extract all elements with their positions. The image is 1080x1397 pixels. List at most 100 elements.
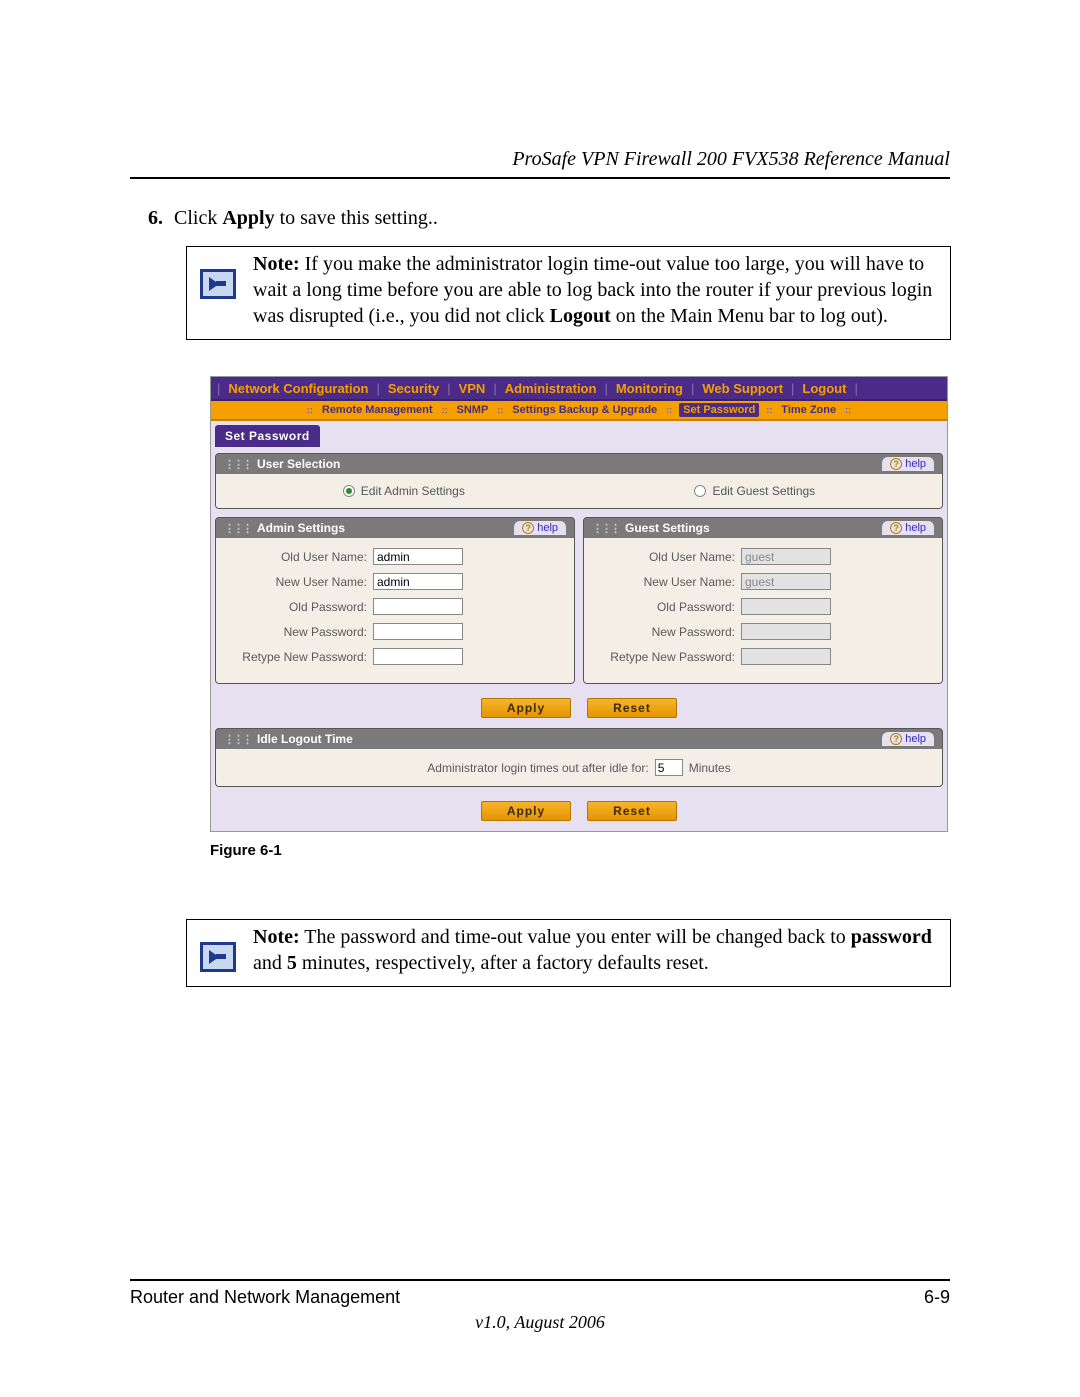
input-guest-old-user: [741, 548, 831, 565]
reset-button-2[interactable]: Reset: [587, 801, 677, 821]
reset-button[interactable]: Reset: [587, 698, 677, 718]
nav-network-configuration[interactable]: Network Configuration: [226, 381, 370, 396]
footer-page-number: 6-9: [924, 1287, 950, 1308]
step-number: 6.: [148, 207, 163, 229]
apply-button-2[interactable]: Apply: [481, 801, 571, 821]
step-6: 6. Click Apply to save this setting..: [130, 207, 950, 230]
note2-text1: The password and time-out value you ente…: [300, 926, 851, 948]
note-icon-wrap-2: [193, 924, 243, 976]
radio-label-guest: Edit Guest Settings: [712, 484, 815, 498]
label-guest-old-pw: Old Password:: [596, 600, 741, 614]
label-guest-new-user: New User Name:: [596, 575, 741, 589]
radio-edit-guest[interactable]: Edit Guest Settings: [694, 484, 815, 498]
note2-bold2: password: [851, 926, 932, 948]
label-guest-old-user: Old User Name:: [596, 550, 741, 564]
idle-label-pre: Administrator login times out after idle…: [427, 761, 648, 775]
tab-set-password[interactable]: Set Password: [215, 425, 320, 447]
subnav-time-zone[interactable]: Time Zone: [779, 404, 838, 416]
input-guest-retype-pw: [741, 648, 831, 665]
radio-label-admin: Edit Admin Settings: [361, 484, 465, 498]
radio-edit-admin[interactable]: Edit Admin Settings: [343, 484, 465, 498]
label-admin-retype-pw: Retype New Password:: [228, 650, 373, 664]
help-icon: ?: [890, 522, 902, 534]
subnav-set-password[interactable]: Set Password: [679, 403, 759, 417]
nav-logout[interactable]: Logout: [800, 381, 848, 396]
subnav-remote-management[interactable]: Remote Management: [320, 404, 435, 416]
step-bold: Apply: [222, 207, 274, 229]
router-ui-screenshot: | Network Configuration| Security| VPN| …: [210, 376, 948, 832]
note1-bold2: Logout: [550, 305, 611, 327]
panel-guest-settings: ⋮⋮⋮Guest Settings ?help Old User Name: N…: [583, 517, 943, 684]
step-post: to save this setting..: [275, 207, 438, 229]
note1-text2: on the Main Menu bar to log out).: [611, 305, 888, 327]
note2-bold: Note:: [253, 926, 300, 948]
grip-icon: ⋮⋮⋮: [224, 458, 251, 471]
nav-security[interactable]: Security: [386, 381, 441, 396]
help-text: help: [905, 458, 926, 470]
footer-section: Router and Network Management: [130, 1287, 400, 1308]
tab-area: Set Password: [211, 421, 947, 447]
note-box-2: Note: The password and time-out value yo…: [186, 919, 951, 987]
help-link-idle[interactable]: ?help: [882, 732, 934, 746]
label-admin-old-pw: Old Password:: [228, 600, 373, 614]
subnav-settings-backup-upgrade[interactable]: Settings Backup & Upgrade: [510, 404, 659, 416]
radio-icon-selected: [343, 485, 355, 497]
panel-admin-settings: ⋮⋮⋮ Admin Settings ?help Old User Name: N…: [215, 517, 575, 684]
footer-rule: [130, 1279, 950, 1281]
manual-title: ProSafe VPN Firewall 200 FVX538 Referenc…: [130, 148, 950, 171]
panel-title-admin: Admin Settings: [257, 521, 345, 535]
input-admin-old-user[interactable]: [373, 548, 463, 565]
input-admin-retype-pw[interactable]: [373, 648, 463, 665]
figure-caption: Figure 6-1: [210, 842, 950, 859]
grip-icon: ⋮⋮⋮: [224, 522, 251, 535]
label-admin-old-user: Old User Name:: [228, 550, 373, 564]
input-admin-old-pw[interactable]: [373, 598, 463, 615]
label-guest-new-pw: New Password:: [596, 625, 741, 639]
note-icon-wrap: [193, 251, 243, 329]
main-nav: | Network Configuration| Security| VPN| …: [211, 377, 947, 401]
help-icon: ?: [890, 458, 902, 470]
note2-bold3: 5: [287, 952, 297, 974]
note2-text3: minutes, respectively, after a factory d…: [297, 952, 709, 974]
nav-web-support[interactable]: Web Support: [700, 381, 785, 396]
button-row-1: Apply Reset: [215, 692, 943, 720]
footer-version: v1.0, August 2006: [130, 1312, 950, 1333]
note-box-1: Note: If you make the administrator logi…: [186, 246, 951, 340]
nav-monitoring[interactable]: Monitoring: [614, 381, 685, 396]
idle-label-post: Minutes: [689, 761, 731, 775]
help-text: help: [905, 733, 926, 745]
apply-button[interactable]: Apply: [481, 698, 571, 718]
help-text: help: [905, 522, 926, 534]
label-guest-retype-pw: Retype New Password:: [596, 650, 741, 664]
input-idle-timeout[interactable]: [655, 759, 683, 776]
sub-nav: :: Remote Management:: SNMP:: Settings B…: [211, 401, 947, 421]
grip-icon: ⋮⋮⋮: [224, 733, 251, 746]
label-admin-new-pw: New Password:: [228, 625, 373, 639]
help-link-user-selection[interactable]: ?help: [882, 457, 934, 471]
step-pre: Click: [174, 207, 222, 229]
nav-vpn[interactable]: VPN: [457, 381, 488, 396]
arrow-icon: [200, 269, 236, 299]
note1-bold: Note:: [253, 253, 300, 275]
button-row-2: Apply Reset: [215, 795, 943, 823]
panel-title-idle: Idle Logout Time: [257, 732, 353, 746]
subnav-snmp[interactable]: SNMP: [455, 404, 491, 416]
nav-administration[interactable]: Administration: [503, 381, 599, 396]
content-body: ⋮⋮⋮User Selection ?help Edit Admin Setti…: [211, 447, 947, 831]
help-icon: ?: [522, 522, 534, 534]
input-guest-new-user: [741, 573, 831, 590]
panel-title-guest: Guest Settings: [625, 521, 710, 535]
help-link-admin[interactable]: ?help: [514, 521, 566, 535]
label-admin-new-user: New User Name:: [228, 575, 373, 589]
note2-text2: and: [253, 952, 287, 974]
help-link-guest[interactable]: ?help: [882, 521, 934, 535]
input-guest-new-pw: [741, 623, 831, 640]
help-text: help: [537, 522, 558, 534]
panel-idle-logout: ⋮⋮⋮ Idle Logout Time ?help Administrator …: [215, 728, 943, 787]
panel-user-selection: ⋮⋮⋮ User Selection ?help Edit Admin Setti…: [215, 453, 943, 509]
panel-title-user-selection: User Selection: [257, 457, 340, 471]
input-guest-old-pw: [741, 598, 831, 615]
input-admin-new-pw[interactable]: [373, 623, 463, 640]
arrow-icon: [200, 942, 236, 972]
input-admin-new-user[interactable]: [373, 573, 463, 590]
